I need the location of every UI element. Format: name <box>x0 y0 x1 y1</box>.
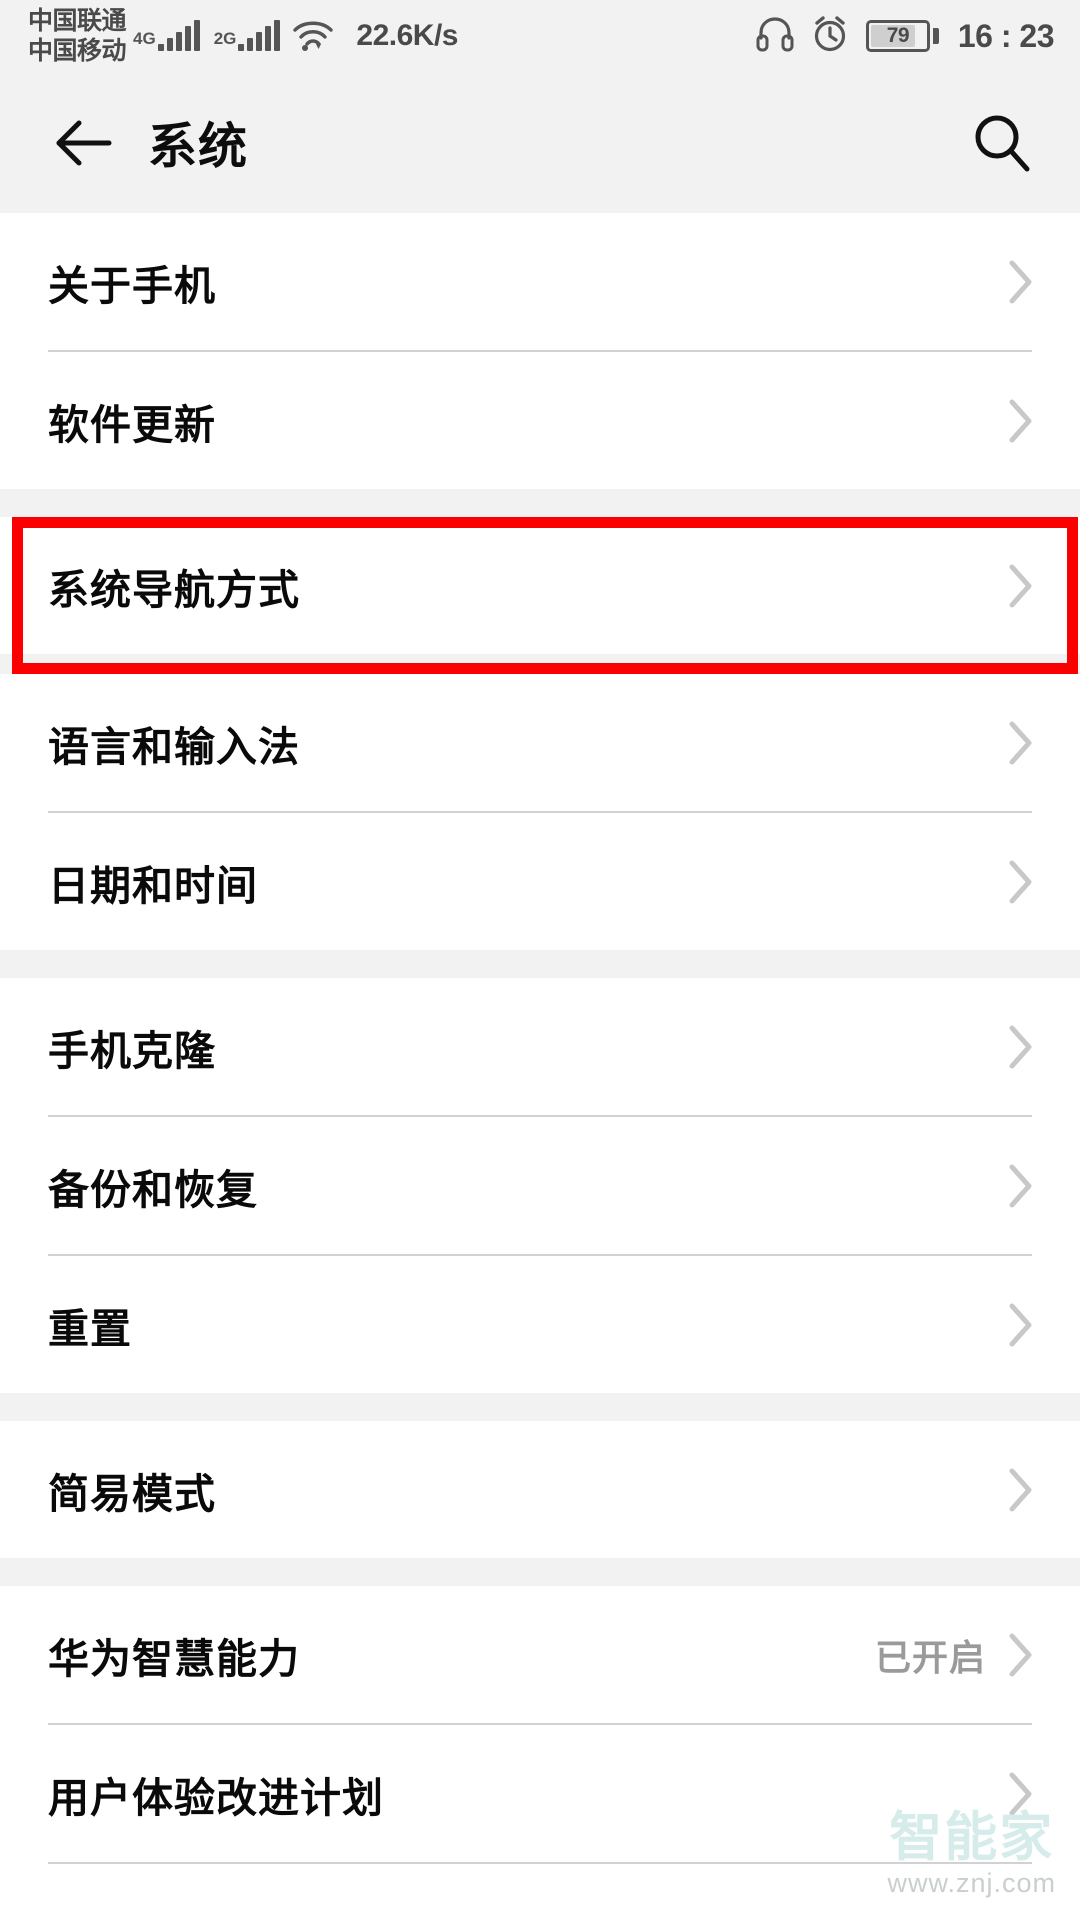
status-bar-right: 79 16 : 23 <box>756 15 1055 58</box>
chevron-right-icon <box>1008 398 1034 444</box>
list-item-about-phone[interactable]: 关于手机 <box>0 213 1080 350</box>
network-speed-label: 22.6K/s <box>356 19 458 52</box>
list-item-label: 系统导航方式 <box>48 566 300 613</box>
network-type-4g-label: 4G <box>133 29 156 48</box>
section-gap <box>0 654 1080 674</box>
list-item-software-update[interactable]: 软件更新 <box>0 352 1080 489</box>
chevron-right-icon <box>1008 259 1034 305</box>
list-item-simple-mode[interactable]: 简易模式 <box>0 1421 1080 1558</box>
settings-list: 关于手机 软件更新 系统导航方式 语言和输入法 日期和时间 手机克隆 备份和恢复… <box>0 213 1080 1920</box>
headphone-icon <box>756 16 794 57</box>
chevron-right-icon <box>1008 859 1034 905</box>
carrier-primary-label: 中国联通 <box>28 7 127 35</box>
list-item-label: 备份和恢复 <box>48 1166 258 1213</box>
chevron-right-icon <box>1008 1632 1034 1678</box>
clock-label: 16 : 23 <box>957 17 1055 54</box>
battery-level-label: 79 <box>886 24 910 47</box>
chevron-right-icon <box>1008 563 1034 609</box>
section-simple-mode: 简易模式 <box>0 1421 1080 1558</box>
list-item-language-input[interactable]: 语言和输入法 <box>0 674 1080 811</box>
list-item-label: 手机克隆 <box>48 1027 216 1074</box>
phone-screen: 中国联通 中国移动 4G 2G 22.6K/s 79 16: 23 系统 关于… <box>0 0 1080 1920</box>
chevron-right-icon <box>1008 720 1034 766</box>
chevron-right-icon <box>1008 1467 1034 1513</box>
section-gap <box>0 489 1080 517</box>
list-item-label: 关于手机 <box>48 262 216 309</box>
list-item-label: 简易模式 <box>48 1470 216 1517</box>
section-huawei-services: 华为智慧能力 已开启 用户体验改进计划 <box>0 1586 1080 1920</box>
list-item-label: 重置 <box>48 1305 132 1352</box>
battery-icon: 79 <box>865 20 939 52</box>
section-gap <box>0 950 1080 978</box>
section-gap <box>0 1393 1080 1421</box>
list-item-label: 华为智慧能力 <box>48 1635 300 1682</box>
back-button[interactable] <box>46 105 122 181</box>
status-bar-left: 中国联通 中国移动 4G 2G 22.6K/s <box>28 6 458 66</box>
list-item-label: 软件更新 <box>48 401 216 448</box>
list-item-phone-clone[interactable]: 手机克隆 <box>0 978 1080 1115</box>
section-navigation-language-time: 系统导航方式 语言和输入法 日期和时间 <box>0 517 1080 950</box>
list-item-user-experience-program[interactable]: 用户体验改进计划 <box>0 1725 1080 1862</box>
chevron-right-icon <box>1008 1163 1034 1209</box>
list-item-huawei-intelligence[interactable]: 华为智慧能力 已开启 <box>0 1586 1080 1723</box>
list-item-label: 语言和输入法 <box>48 723 300 770</box>
section-gap <box>0 1558 1080 1586</box>
chevron-right-icon <box>1008 1771 1034 1817</box>
page-title: 系统 <box>148 120 249 174</box>
network-type-2g-label: 2G <box>213 29 237 48</box>
section-backup-reset: 手机克隆 备份和恢复 重置 <box>0 978 1080 1393</box>
list-item-label: 日期和时间 <box>48 862 258 909</box>
signal-group-secondary: 2G <box>213 20 281 51</box>
app-bar: 系统 <box>0 72 1080 213</box>
chevron-right-icon <box>1008 1302 1034 1348</box>
carrier-names: 中国联通 中国移动 <box>28 6 127 66</box>
chevron-right-icon <box>1008 1024 1034 1070</box>
section-device-info: 关于手机 软件更新 <box>0 213 1080 489</box>
wifi-icon <box>292 20 334 52</box>
alarm-clock-icon <box>811 15 849 58</box>
signal-bars-icon <box>157 20 200 51</box>
list-item-partial-cutoff[interactable] <box>0 1864 1080 1920</box>
list-item-reset[interactable]: 重置 <box>0 1256 1080 1393</box>
list-item-system-navigation[interactable]: 系统导航方式 <box>0 517 1080 654</box>
status-bar: 中国联通 中国移动 4G 2G 22.6K/s 79 16: 23 <box>0 0 1080 72</box>
search-button[interactable] <box>962 103 1042 183</box>
carrier-secondary-label: 中国移动 <box>28 37 127 65</box>
signal-group-primary: 4G <box>133 20 200 51</box>
signal-bars-icon-secondary <box>238 20 281 51</box>
list-item-date-time[interactable]: 日期和时间 <box>0 813 1080 950</box>
list-item-label: 用户体验改进计划 <box>48 1774 384 1821</box>
list-item-value: 已开启 <box>874 1636 986 1678</box>
list-item-backup-restore[interactable]: 备份和恢复 <box>0 1117 1080 1254</box>
